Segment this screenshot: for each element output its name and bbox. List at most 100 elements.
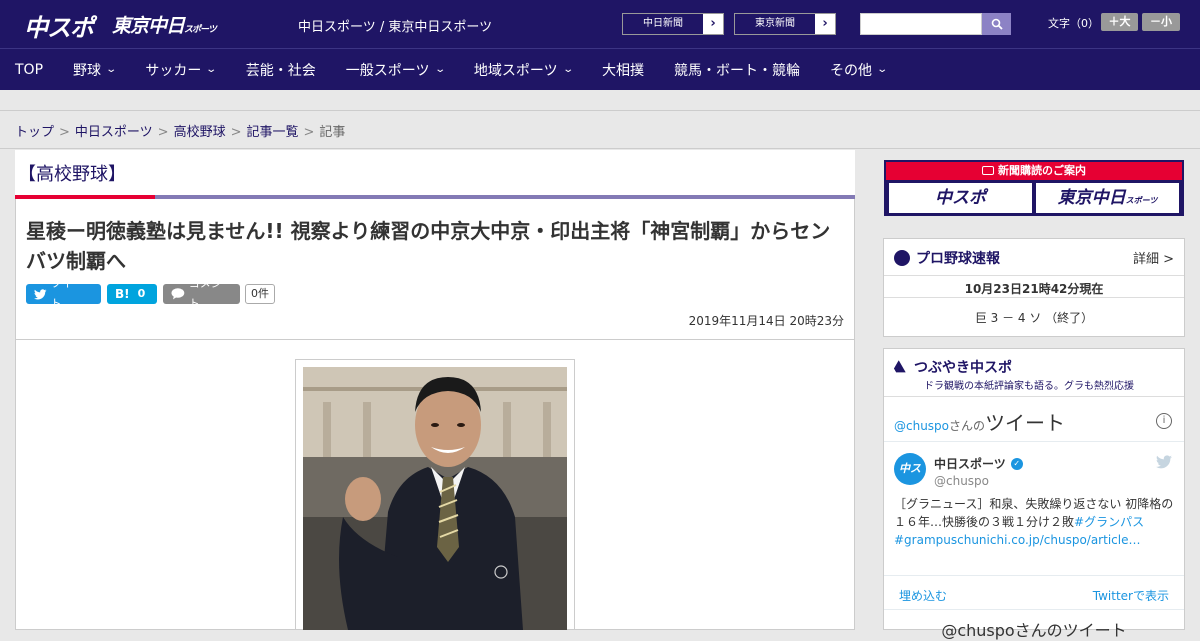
nav-item[interactable]: TOP — [0, 49, 58, 91]
hatena-count: 0 — [137, 287, 146, 300]
tokyo-chunichi-logo[interactable]: 東京中日スポーツ — [112, 11, 217, 38]
breadcrumb-separator: > — [303, 125, 315, 140]
view-on-twitter-link[interactable]: Twitterで表示 — [1093, 587, 1169, 604]
top-bar: 中スポ 東京中日スポーツ 中日スポーツ / 東京中日スポーツ 中日新聞 › 東京… — [0, 0, 1200, 48]
subscription-tokyo-sub: スポーツ — [1125, 196, 1158, 205]
tweet-button-label: ツイート — [50, 277, 84, 310]
chevron-down-icon: ⌄ — [561, 64, 574, 75]
chevron-down-icon: ⌄ — [876, 64, 889, 75]
pro-baseball-timestamp: 10月23日21時42分現在 — [964, 282, 1104, 296]
site-name[interactable]: 中日スポーツ / 東京中日スポーツ — [298, 16, 492, 35]
nav-item-label: 大相撲 — [602, 62, 645, 79]
baseball-icon — [894, 250, 910, 266]
pro-baseball-detail-link[interactable]: 詳細 > — [1133, 248, 1174, 267]
nav-item[interactable]: その他 ⌄ — [815, 49, 901, 91]
megaphone-icon — [891, 357, 910, 376]
divider — [884, 575, 1184, 576]
nav-item-label: その他 — [830, 62, 873, 79]
tokyo-link-label: 東京新聞 — [735, 14, 815, 34]
nav-item-label: 地域スポーツ — [473, 62, 558, 79]
subscription-tokyo-logo[interactable]: 東京中日スポーツ — [1036, 183, 1179, 213]
tweets-panel: つぶやき中スポ ドラ観戦の本紙評論家も語る。グラも熱烈応援 @chuspoさんの… — [883, 348, 1185, 640]
tweet-link[interactable]: #grampuschunichi.co.jp/chuspo/article… — [894, 533, 1140, 547]
subscription-tokyo-text: 東京中日 — [1057, 188, 1126, 208]
tweet-author-name: 中日スポーツ — [934, 457, 1006, 471]
player-photo-illustration — [303, 367, 567, 630]
subscription-banner[interactable]: 新聞購読のご案内 中スポ 東京中日スポーツ — [884, 160, 1184, 216]
category-header — [15, 150, 855, 198]
tweet-body: ［グラニュース］和泉、失敗繰り返さない 初降格の１６年…快勝後の３戦１分け２敗#… — [894, 495, 1176, 549]
tweet-button[interactable]: ツイート — [26, 277, 101, 310]
chunichi-shimbun-link[interactable]: 中日新聞 › — [622, 13, 724, 35]
breadcrumb: トップ > 中日スポーツ > 高校野球 > 記事一覧 > 記事 — [15, 121, 345, 140]
hatena-icon: B! — [115, 287, 130, 301]
breadcrumb-link[interactable]: トップ — [15, 125, 54, 140]
tweet-hashtag[interactable]: #グランパス — [1074, 515, 1144, 529]
chevron-down-icon: ⌄ — [433, 64, 446, 75]
divider — [884, 441, 1184, 442]
font-decrease-button[interactable]: －小 — [1142, 13, 1180, 31]
font-size-label: 文字（0） — [1048, 17, 1099, 30]
article-headline: 星稜ー明徳義塾は見ません!! 視察より練習の中京大中京・印出主将「神宮制覇」から… — [26, 219, 831, 273]
nav-item[interactable]: 競馬・ボート・競輪 — [659, 49, 815, 91]
avatar[interactable]: 中ス — [894, 453, 926, 485]
tokyo-shimbun-link[interactable]: 東京新聞 › — [734, 13, 836, 35]
speech-bubble-icon — [171, 288, 185, 300]
nav-item[interactable]: 一般スポーツ ⌄ — [331, 49, 459, 91]
tweets-header: つぶやき中スポ — [894, 357, 1012, 377]
nav-item[interactable]: サッカー ⌄ — [130, 49, 230, 91]
tweet-author[interactable]: 中日スポーツ ✓ — [934, 455, 1023, 472]
nav-item[interactable]: 芸能・社会 — [231, 49, 331, 91]
divider — [884, 609, 1184, 610]
font-increase-button[interactable]: ＋大 — [1101, 13, 1138, 31]
nav-item[interactable]: 大相撲 — [587, 49, 659, 91]
timeline-san: さんの — [949, 419, 986, 433]
timeline-header: @chuspoさんのツイート — [894, 407, 1065, 436]
chevron-right-icon: › — [710, 16, 716, 31]
article-divider — [15, 339, 855, 340]
pro-baseball-panel: プロ野球速報 詳細 > 10月23日21時42分現在 巨 3 － 4 ソ （終了… — [883, 238, 1185, 337]
subscription-chuspo-logo[interactable]: 中スポ — [889, 183, 1032, 213]
breadcrumb-link[interactable]: 記事一覧 — [247, 125, 299, 140]
hatena-bookmark-button[interactable]: B! 0 — [107, 284, 157, 304]
publish-date: 2019年11月14日 20時23分 — [688, 314, 844, 328]
chevron-down-icon: ⌄ — [105, 64, 118, 75]
timeline-handle[interactable]: @chuspo — [894, 419, 949, 433]
article-photo[interactable] — [303, 367, 567, 630]
nav-item-label: TOP — [15, 61, 44, 78]
breadcrumb-separator: > — [230, 125, 242, 140]
twitter-bird-icon[interactable] — [1156, 455, 1172, 469]
comment-button[interactable]: コメント — [163, 277, 240, 310]
timeline-footer-link[interactable]: @chuspoさんのツイート — [884, 617, 1184, 641]
chevron-down-icon: ⌄ — [205, 64, 218, 75]
chuspo-logo[interactable]: 中スポ — [24, 8, 94, 43]
newspaper-icon — [982, 166, 994, 175]
info-icon[interactable]: i — [1156, 413, 1172, 429]
search-input[interactable] — [860, 13, 982, 35]
nav-item[interactable]: 地域スポーツ ⌄ — [459, 49, 587, 91]
verified-badge-icon: ✓ — [1010, 457, 1023, 470]
search-button[interactable] — [982, 13, 1011, 35]
subscription-title-text: 新聞購読のご案内 — [998, 164, 1086, 177]
chunichi-link-label: 中日新聞 — [623, 14, 703, 34]
nav-item[interactable]: 野球 ⌄ — [58, 49, 130, 91]
twitter-bird-icon — [34, 288, 47, 299]
nav-item-label: 芸能・社会 — [245, 62, 316, 79]
nav-item-label: サッカー — [145, 62, 202, 79]
tokyo-logo-text: 東京中日 — [112, 15, 185, 37]
embed-link[interactable]: 埋め込む — [899, 587, 947, 604]
timeline-title: ツイート — [985, 411, 1066, 435]
breadcrumb-link[interactable]: 中日スポーツ — [75, 125, 153, 140]
breadcrumb-link[interactable]: 高校野球 — [174, 125, 226, 140]
divider — [884, 396, 1184, 397]
pro-baseball-score[interactable]: 巨 3 － 4 ソ （終了） — [884, 309, 1184, 326]
pro-baseball-title: プロ野球速報 — [916, 251, 1000, 267]
divider — [884, 297, 1184, 298]
subscription-banner-title: 新聞購読のご案内 — [886, 162, 1182, 180]
tokyo-logo-sub: スポーツ — [184, 25, 217, 35]
tweet-author-handle[interactable]: @chuspo — [934, 474, 989, 488]
tweets-subtitle: ドラ観戦の本紙評論家も語る。グラも熱烈応援 — [924, 381, 1134, 392]
divider — [884, 275, 1184, 276]
pro-baseball-header: プロ野球速報 — [894, 248, 1000, 268]
comment-count: 0件 — [245, 284, 275, 304]
